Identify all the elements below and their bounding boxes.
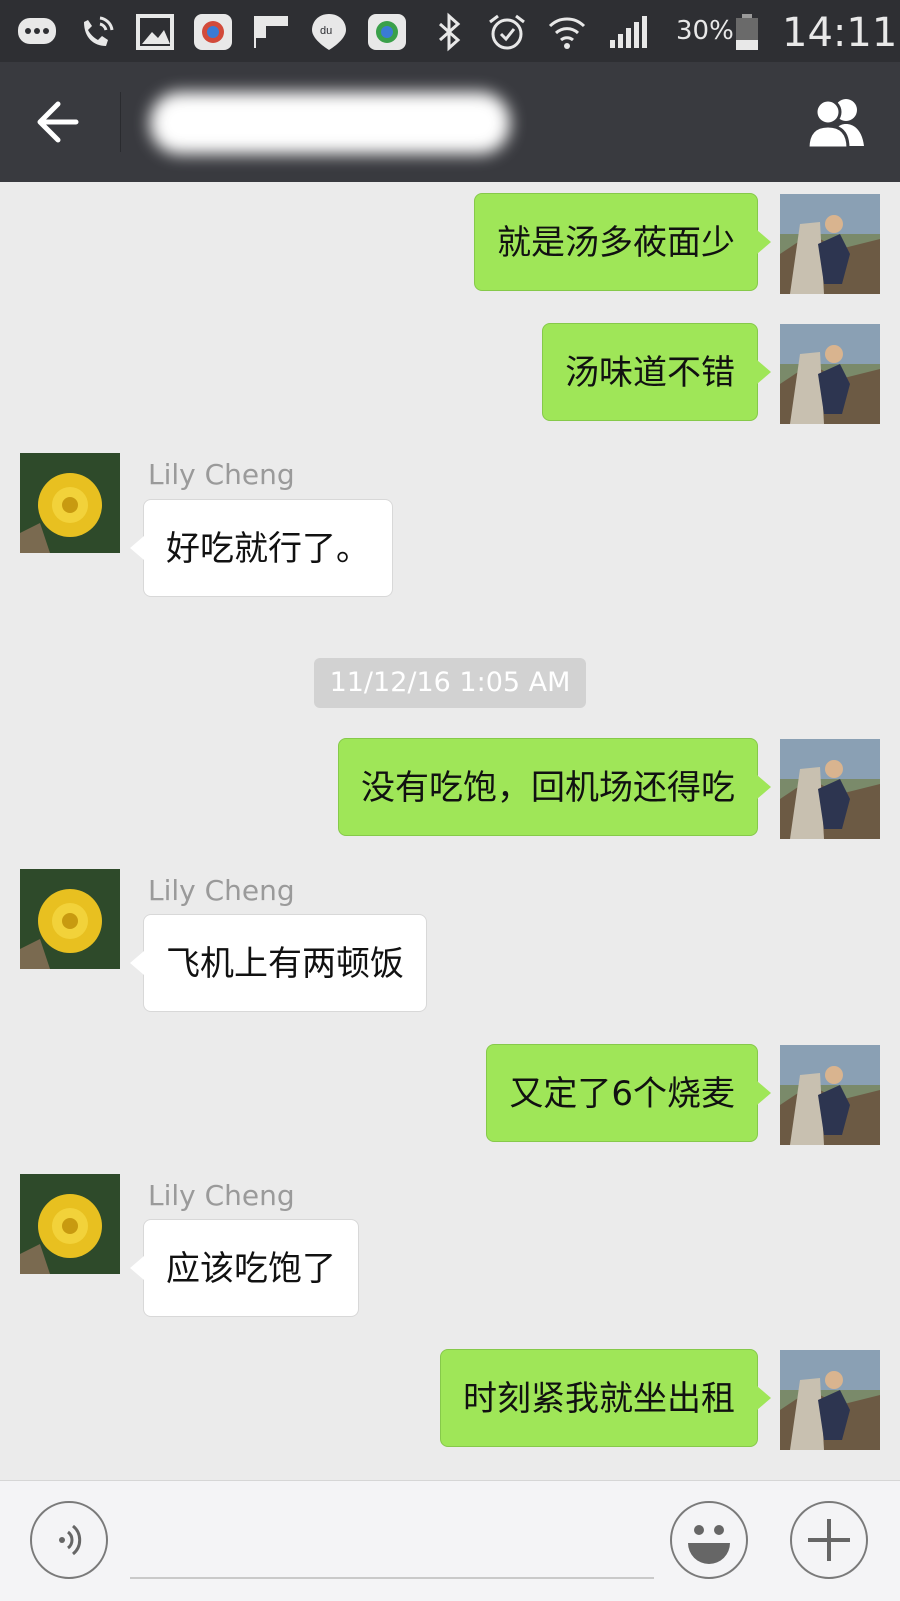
- plus-icon: [808, 1519, 850, 1561]
- people-icon[interactable]: [802, 94, 872, 150]
- status-bar: du 30% 14:11: [0, 0, 900, 62]
- wifi-calling-icon: [84, 16, 114, 46]
- message-bubble-icon: [18, 18, 56, 44]
- wifi-icon: [548, 17, 586, 49]
- header-divider: [120, 92, 121, 152]
- contact-message-bubble[interactable]: 飞机上有两顿饭: [130, 914, 427, 1012]
- my-message-bubble[interactable]: 时刻紧我就坐出租: [440, 1349, 771, 1447]
- sender-name: Lily Cheng: [148, 874, 295, 907]
- chat-header: [0, 62, 900, 182]
- contact-avatar[interactable]: [20, 869, 120, 969]
- arrow-left-icon[interactable]: [28, 92, 92, 152]
- message-timestamp: 11/12/16 1:05 AM: [314, 658, 586, 708]
- alarm-icon: [489, 14, 525, 50]
- signal-icon: [610, 16, 647, 48]
- voice-button[interactable]: [30, 1501, 108, 1579]
- my-avatar[interactable]: [780, 324, 880, 424]
- more-button[interactable]: [790, 1501, 868, 1579]
- my-message-bubble[interactable]: 没有吃饱，回机场还得吃: [338, 738, 771, 836]
- my-avatar[interactable]: [780, 1350, 880, 1450]
- chat-title: [150, 92, 510, 154]
- bluetooth-icon: [439, 12, 461, 52]
- battery-icon: [736, 14, 758, 50]
- contact-avatar[interactable]: [20, 1174, 120, 1274]
- app-icon: [368, 14, 406, 50]
- my-message-bubble[interactable]: 汤味道不错: [542, 323, 771, 421]
- my-avatar[interactable]: [780, 194, 880, 294]
- emoji-button[interactable]: [670, 1501, 748, 1579]
- flipboard-icon: [254, 16, 288, 48]
- contact-message-bubble[interactable]: 好吃就行了。: [130, 499, 393, 597]
- image-icon: [136, 14, 174, 50]
- baidu-maps-icon: du: [312, 14, 346, 50]
- sender-name: Lily Cheng: [148, 458, 295, 491]
- my-message-bubble[interactable]: 就是汤多莜面少: [474, 193, 771, 291]
- emoji-icon: [688, 1525, 730, 1564]
- app-icon: [194, 14, 232, 50]
- contact-message-bubble[interactable]: 应该吃饱了: [130, 1219, 359, 1317]
- battery-percent: 30%: [676, 16, 734, 46]
- input-bar: [0, 1480, 900, 1601]
- my-avatar[interactable]: [780, 739, 880, 839]
- svg-text:du: du: [320, 25, 332, 37]
- contact-avatar[interactable]: [20, 453, 120, 553]
- voice-icon: [59, 1524, 82, 1556]
- my-message-bubble[interactable]: 又定了6个烧麦: [486, 1044, 771, 1142]
- my-avatar[interactable]: [780, 1045, 880, 1145]
- message-input[interactable]: [130, 1509, 654, 1579]
- sender-name: Lily Cheng: [148, 1179, 295, 1212]
- clock: 14:11: [782, 10, 898, 56]
